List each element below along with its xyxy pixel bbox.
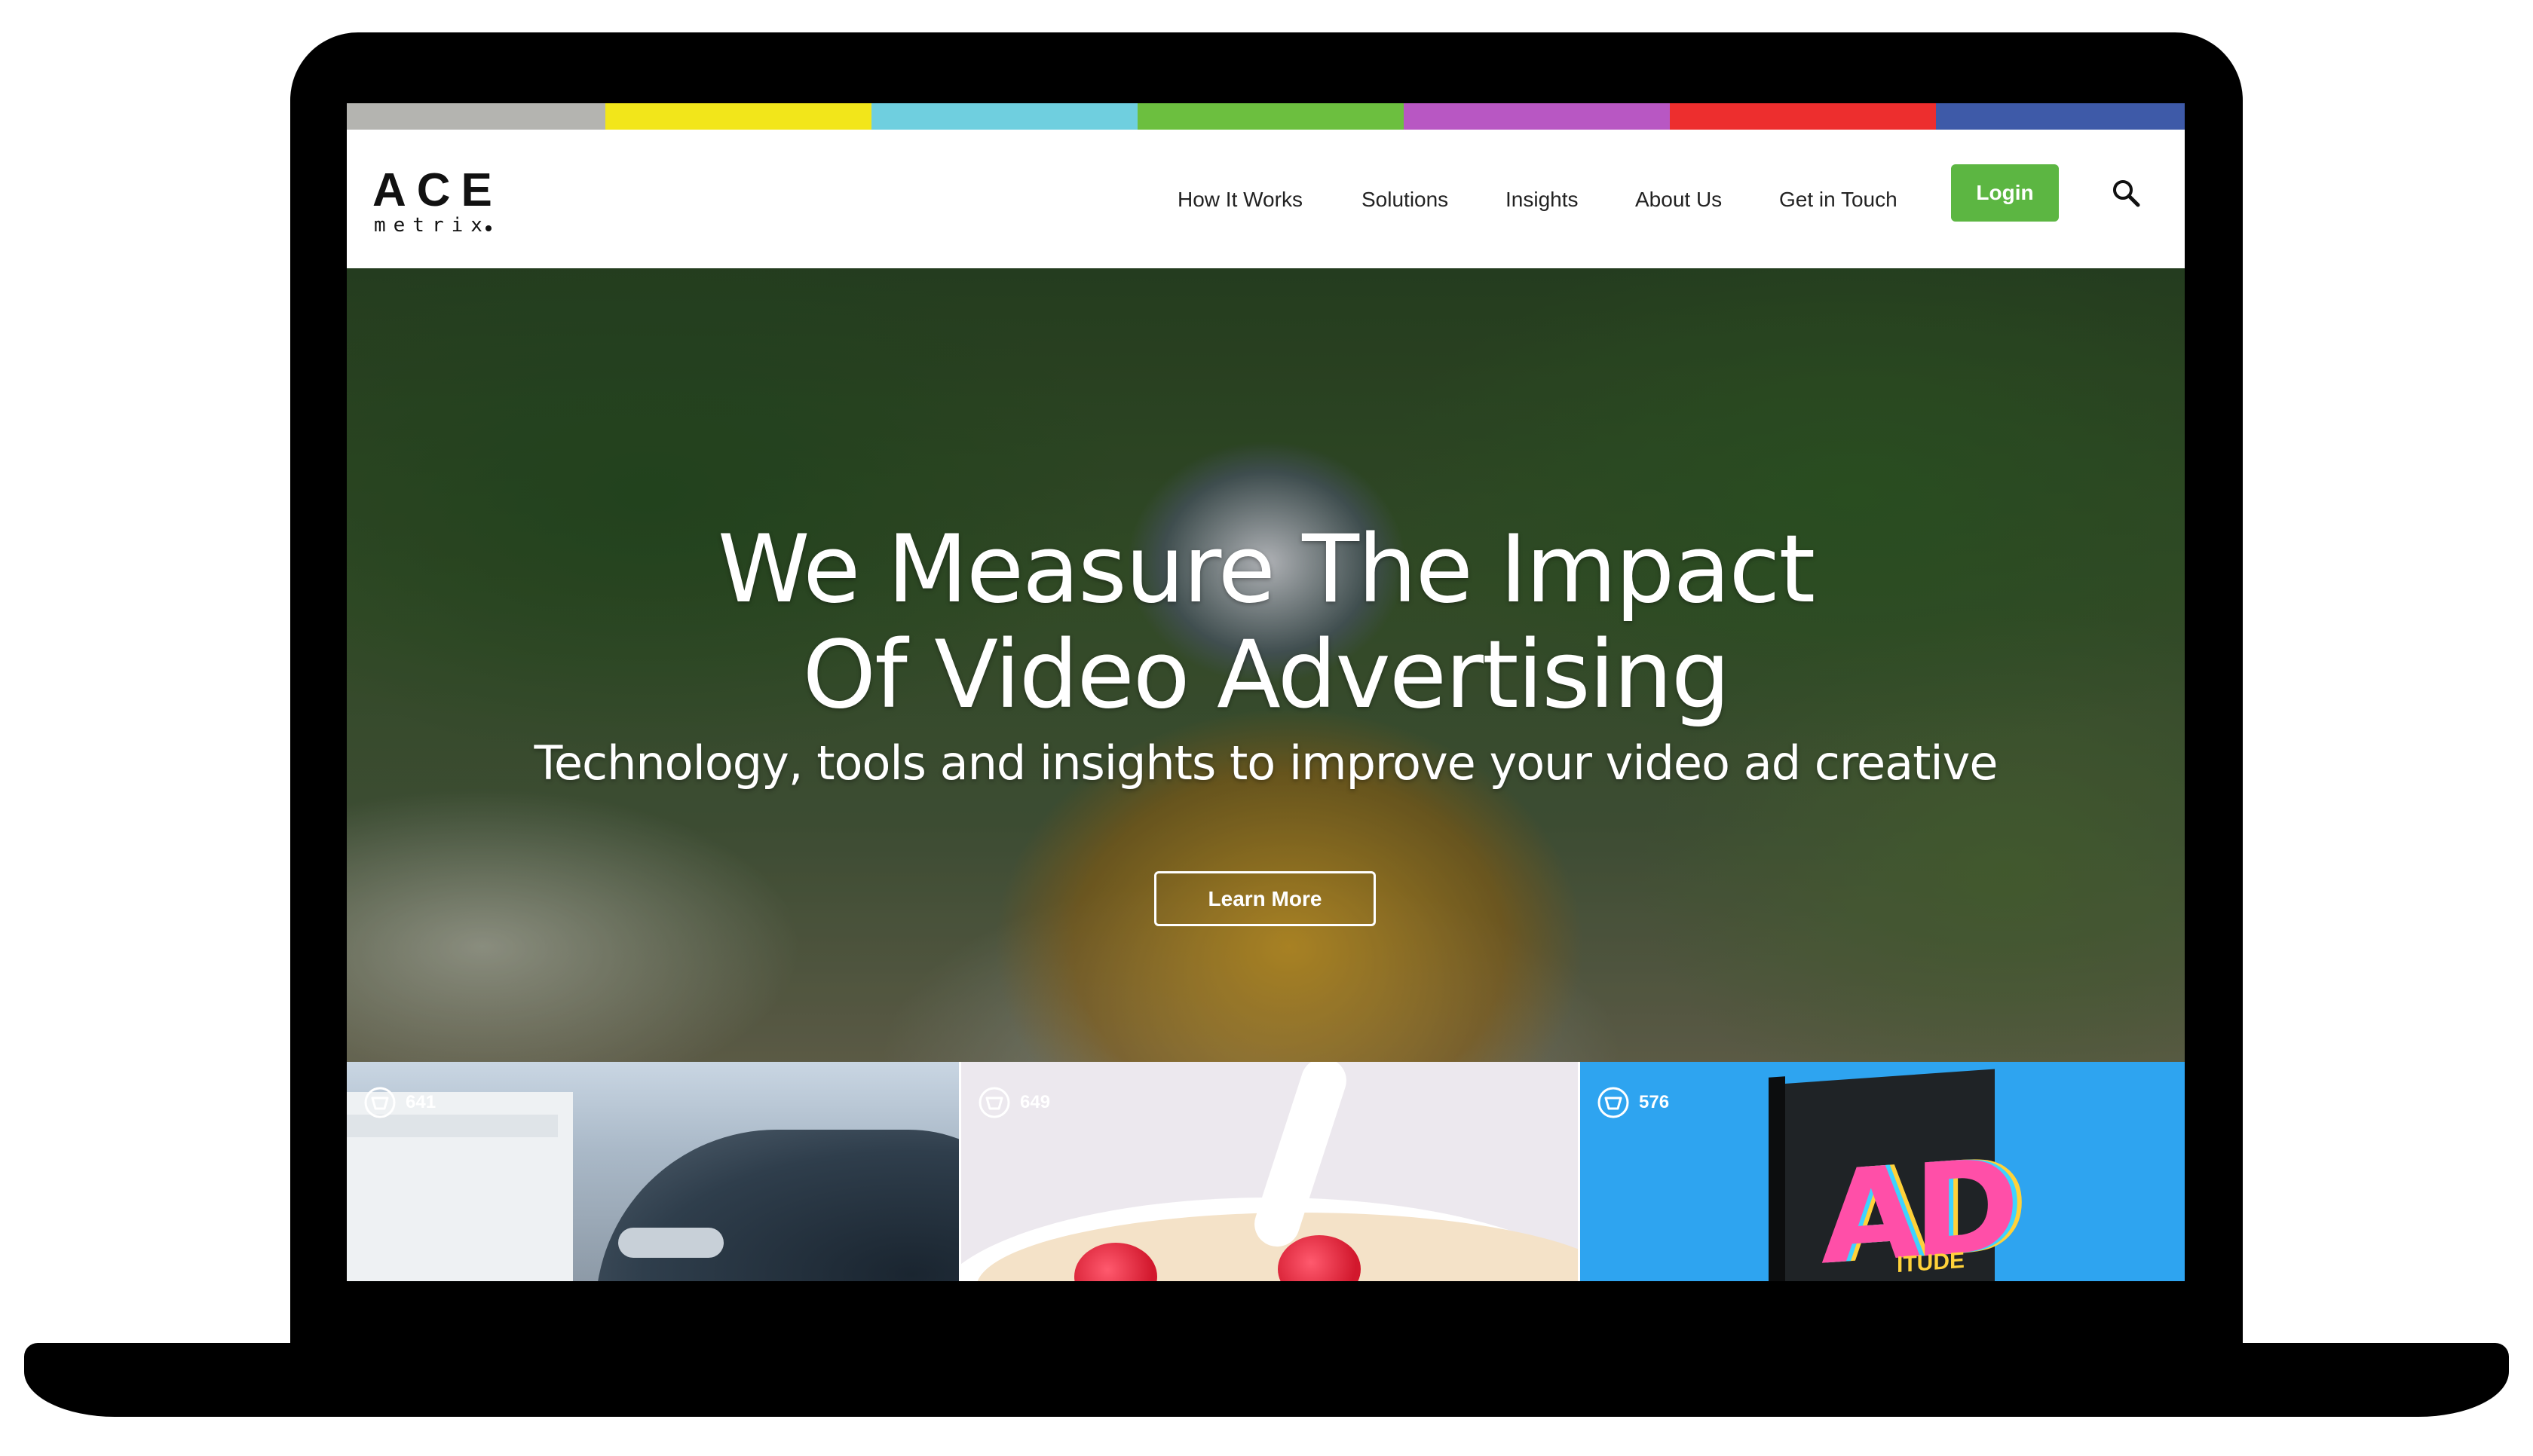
login-button[interactable]: Login — [1951, 164, 2059, 222]
strip-segment-purple — [1404, 103, 1670, 130]
tile-score-value: 649 — [1020, 1092, 1051, 1112]
logo-wordmark-top: ACE — [372, 164, 503, 216]
strip-segment-green — [1138, 103, 1404, 130]
hero-title-line-2: Of Video Advertising — [802, 621, 1731, 730]
hero-title: We Measure The Impact Of Video Advertisi… — [347, 517, 2185, 728]
learn-more-button[interactable]: Learn More — [1154, 871, 1376, 926]
hero-title-line-1: We Measure The Impact — [717, 515, 1815, 624]
laptop-base — [24, 1343, 2509, 1417]
tile-card-3[interactable]: AD ITUDE 576 — [1580, 1062, 2185, 1281]
hero-banner: We Measure The Impact Of Video Advertisi… — [347, 268, 2185, 1062]
tile-image-car — [596, 1130, 959, 1281]
hero-subtitle: Technology, tools and insights to improv… — [534, 736, 1999, 791]
tile-score-value: 576 — [1639, 1092, 1670, 1112]
color-strip — [347, 103, 2185, 130]
ace-score-icon — [979, 1087, 1010, 1118]
nav-insights[interactable]: Insights — [1505, 188, 1579, 212]
tile-image-book-subtitle: ITUDE — [1897, 1247, 1965, 1278]
tile-score-badge: 641 — [363, 1086, 436, 1119]
tile-score-value: 641 — [406, 1092, 436, 1112]
strip-segment-gray — [347, 103, 605, 130]
tile-card-2[interactable]: 649 — [961, 1062, 1578, 1281]
logo-wordmark-bottom: metrix — [374, 214, 490, 237]
logo-dot — [485, 225, 492, 231]
ace-score-icon — [364, 1087, 396, 1118]
strip-segment-cyan — [871, 103, 1138, 130]
browser-screen: ACE metrix How It Works Solutions Insigh… — [347, 103, 2185, 1281]
ace-score-icon — [1597, 1087, 1629, 1118]
ace-metrix-logo[interactable]: ACE metrix — [372, 167, 503, 237]
nav-how-it-works[interactable]: How It Works — [1178, 188, 1303, 212]
nav-about-us[interactable]: About Us — [1635, 188, 1722, 212]
nav-solutions[interactable]: Solutions — [1361, 188, 1448, 212]
tile-image-book-spine — [1769, 1076, 1785, 1281]
tile-image-building — [347, 1092, 573, 1281]
tile-score-badge: 576 — [1597, 1086, 1669, 1119]
tile-card-1[interactable]: 641 — [347, 1062, 959, 1281]
strip-segment-yellow — [605, 103, 871, 130]
tile-image-car-light — [618, 1228, 724, 1258]
nav-get-in-touch[interactable]: Get in Touch — [1779, 188, 1897, 212]
featured-tiles: 641 649 AD ITUDE 576 — [347, 1062, 2185, 1281]
strip-segment-red — [1670, 103, 1936, 130]
tile-score-badge: 649 — [978, 1086, 1050, 1119]
site-header: ACE metrix How It Works Solutions Insigh… — [347, 130, 2185, 268]
strip-segment-blue — [1936, 103, 2185, 130]
search-icon[interactable] — [2111, 178, 2141, 208]
